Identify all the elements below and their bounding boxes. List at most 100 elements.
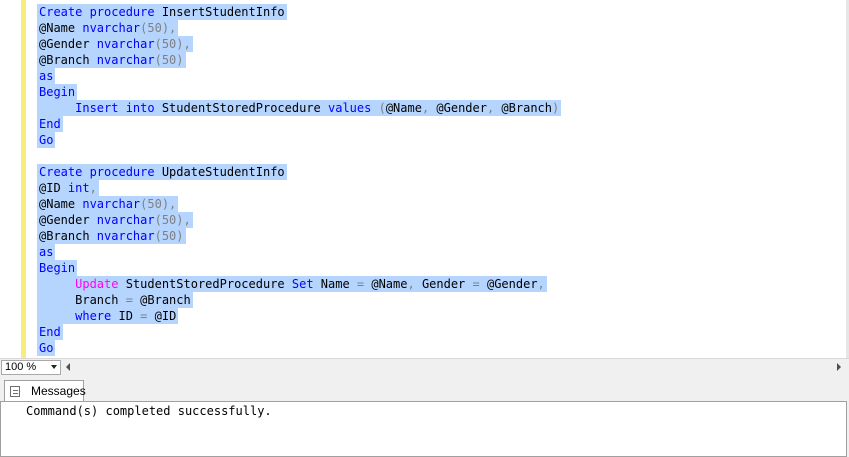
selected-text: @Name nvarchar(50), bbox=[37, 20, 179, 36]
code-token: Begin bbox=[39, 261, 76, 275]
code-token: @Gender bbox=[436, 101, 487, 115]
code-area[interactable]: Create procedure InsertStudentInfo @Name … bbox=[37, 4, 562, 356]
selected-text: Insert into StudentStoredProcedure value… bbox=[37, 100, 562, 116]
code-token: Create procedure bbox=[39, 165, 162, 179]
chevron-down-icon[interactable] bbox=[51, 365, 57, 369]
code-line: Insert into StudentStoredProcedure value… bbox=[37, 100, 562, 116]
code-line: where ID = @ID bbox=[37, 308, 561, 324]
sql-query-editor[interactable]: Create procedure InsertStudentInfo @Name … bbox=[0, 0, 849, 358]
selected-text: Update StudentStoredProcedure Set Name =… bbox=[37, 276, 547, 292]
code-token: ( bbox=[378, 101, 386, 115]
selected-text: Go bbox=[37, 340, 56, 356]
code-token: UpdateStudentInfo bbox=[161, 165, 285, 179]
code-line: @Gender nvarchar(50), bbox=[37, 212, 561, 228]
code-line: @Branch nvarchar(50) bbox=[37, 228, 561, 244]
code-token: @Gender bbox=[39, 213, 97, 227]
code-token: , bbox=[89, 181, 97, 195]
code-line: as bbox=[37, 244, 561, 260]
code-token: StudentStoredProcedure bbox=[161, 101, 328, 115]
messages-icon bbox=[10, 386, 20, 397]
code-token: , bbox=[537, 277, 545, 291]
selected-text: @Branch nvarchar(50) bbox=[37, 52, 186, 68]
selected-text: Create procedure InsertStudentInfo bbox=[37, 4, 287, 20]
code-line: @Name nvarchar(50), bbox=[37, 20, 561, 36]
selected-text: Create procedure UpdateStudentInfo bbox=[37, 164, 287, 180]
code-line: Begin bbox=[37, 260, 561, 276]
tab-messages[interactable]: Messages bbox=[4, 380, 86, 402]
code-line: Create procedure InsertStudentInfo bbox=[37, 4, 561, 20]
code-token: @Branch bbox=[39, 229, 97, 243]
code-token: values bbox=[328, 101, 379, 115]
selected-text: Branch = @Branch bbox=[37, 292, 193, 308]
code-token: (50), bbox=[140, 21, 177, 35]
selected-text: where ID = @ID bbox=[37, 308, 179, 324]
code-token: @ID bbox=[154, 309, 177, 323]
code-token: @Gender bbox=[39, 37, 97, 51]
code-token: nvarchar bbox=[96, 213, 155, 227]
scroll-right-arrow-icon[interactable] bbox=[837, 363, 841, 371]
selected-text: End bbox=[37, 116, 63, 132]
code-line: @ID int, bbox=[37, 180, 561, 196]
selected-text: @Branch nvarchar(50) bbox=[37, 228, 186, 244]
tab-messages-label: Messages bbox=[31, 384, 86, 398]
code-token: where bbox=[75, 309, 119, 323]
code-token: (50), bbox=[140, 197, 177, 211]
code-token: @Branch bbox=[39, 53, 97, 67]
zoom-value: 100 % bbox=[5, 361, 37, 373]
code-token: (50), bbox=[154, 213, 191, 227]
code-token: Go bbox=[39, 133, 54, 147]
code-token: nvarchar bbox=[96, 37, 155, 51]
code-token: End bbox=[39, 325, 61, 339]
code-token: Gender bbox=[421, 277, 473, 291]
code-token: @Branch bbox=[140, 293, 191, 307]
code-line: Begin bbox=[37, 84, 561, 100]
code-token: = bbox=[125, 293, 141, 307]
zoom-dropdown[interactable]: 100 % bbox=[1, 360, 61, 375]
code-token: Create procedure bbox=[39, 5, 162, 19]
selected-text: Begin bbox=[37, 84, 78, 100]
messages-panel[interactable]: Command(s) completed successfully. bbox=[0, 401, 847, 457]
editor-margin bbox=[0, 0, 21, 358]
code-line: End bbox=[37, 324, 561, 340]
code-token: Begin bbox=[39, 85, 76, 99]
code-token: , bbox=[421, 101, 437, 115]
code-token: @Name bbox=[385, 101, 422, 115]
horizontal-scrollbar[interactable]: 100 % bbox=[0, 358, 849, 376]
code-token: @Name bbox=[39, 197, 83, 211]
code-line: Go bbox=[37, 340, 561, 356]
code-token: Name bbox=[320, 277, 357, 291]
code-line: as bbox=[37, 68, 561, 84]
code-token: Update bbox=[75, 277, 126, 291]
code-token: , bbox=[486, 101, 502, 115]
code-token: ) bbox=[552, 101, 560, 115]
code-line: @Branch nvarchar(50) bbox=[37, 52, 561, 68]
code-token: @Branch bbox=[501, 101, 552, 115]
code-token: (50), bbox=[154, 37, 191, 51]
code-token: = bbox=[140, 309, 155, 323]
code-token: ID bbox=[118, 309, 141, 323]
selected-text: @ID int, bbox=[37, 180, 99, 196]
code-token: @Name bbox=[371, 277, 408, 291]
code-token: = bbox=[472, 277, 487, 291]
results-pane: Messages Command(s) completed successful… bbox=[0, 376, 849, 457]
selected-text: as bbox=[37, 68, 56, 84]
code-token: as bbox=[39, 69, 54, 83]
code-token: InsertStudentInfo bbox=[161, 5, 285, 19]
code-line: @Name nvarchar(50), bbox=[37, 196, 561, 212]
selected-text: as bbox=[37, 244, 56, 260]
code-token: Set bbox=[291, 277, 321, 291]
code-token: (50) bbox=[154, 229, 184, 243]
code-token: nvarchar bbox=[82, 197, 141, 211]
code-token: as bbox=[39, 245, 54, 259]
change-tracking-bar bbox=[21, 0, 26, 358]
code-token: End bbox=[39, 117, 61, 131]
code-token: Branch bbox=[75, 293, 126, 307]
selected-text: Begin bbox=[37, 260, 78, 276]
code-token: @Name bbox=[39, 21, 83, 35]
scroll-left-arrow-icon[interactable] bbox=[66, 363, 70, 371]
code-token: Go bbox=[39, 341, 54, 355]
